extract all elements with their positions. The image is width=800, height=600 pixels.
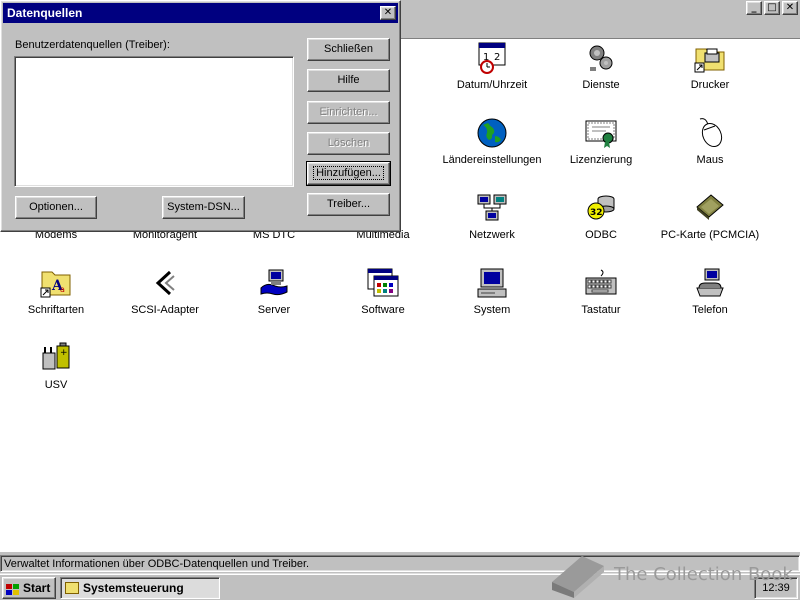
- start-button[interactable]: Start: [2, 577, 56, 599]
- cp-item-label: Tastatur: [581, 304, 621, 316]
- help-button[interactable]: Hilfe: [307, 69, 390, 92]
- cp-item-label: System: [473, 304, 511, 316]
- windows-logo-icon: [6, 582, 20, 595]
- computer-icon: [475, 266, 509, 300]
- taskbar-item-systemsteuerung[interactable]: Systemsteuerung: [60, 577, 220, 599]
- globe-icon: [475, 116, 509, 150]
- cp-item-system[interactable]: System: [437, 266, 547, 316]
- svg-text:+: +: [60, 348, 68, 358]
- cp-item-odbc[interactable]: 32 ODBC: [546, 191, 656, 241]
- close-button[interactable]: ✕: [782, 1, 798, 15]
- cp-item-label: Ländereinstellungen: [442, 154, 542, 166]
- cp-item-label: Schriftarten: [27, 304, 85, 316]
- cp-item-datum-uhrzeit[interactable]: 12 Datum/Uhrzeit: [437, 41, 547, 91]
- control-panel-folder-icon: [65, 582, 79, 594]
- dialog-title: Datenquellen: [7, 6, 83, 20]
- treiber-button[interactable]: Treiber...: [307, 193, 390, 216]
- loeschen-button[interactable]: Löschen: [307, 132, 390, 155]
- odbc-icon: 32: [584, 191, 618, 225]
- cp-item-label: Drucker: [690, 79, 730, 91]
- telephone-icon: [693, 266, 727, 300]
- datenquellen-dialog: Datenquellen ✕ Benutzerdatenquellen (Tre…: [0, 0, 401, 232]
- cp-item-label: Server: [257, 304, 291, 316]
- cp-item-label: Netzwerk: [469, 229, 515, 241]
- cp-item-usv[interactable]: + USV: [1, 341, 111, 391]
- calendar-clock-icon: 12: [475, 41, 509, 75]
- cp-item-label: Datum/Uhrzeit: [456, 79, 528, 91]
- scsi-icon: [148, 266, 182, 300]
- cp-item-label: USV: [44, 379, 68, 391]
- cp-item-laendereinstellungen[interactable]: Ländereinstellungen: [437, 116, 547, 166]
- ups-battery-icon: +: [39, 341, 73, 375]
- hinzufuegen-label: Hinzufügen...: [313, 166, 384, 180]
- cp-item-scsi-adapter[interactable]: SCSI-Adapter: [110, 266, 220, 316]
- cp-item-schriftarten[interactable]: Aa Schriftarten: [1, 266, 111, 316]
- data-source-list[interactable]: [14, 56, 294, 187]
- cp-item-software[interactable]: Software: [328, 266, 438, 316]
- watermark-text: The Collection Book: [614, 564, 793, 585]
- system-dsn-button[interactable]: System-DSN...: [162, 196, 245, 219]
- hinzufuegen-button[interactable]: Hinzufügen...: [306, 161, 391, 186]
- watermark: The Collection Book: [548, 552, 798, 600]
- cp-item-label: Telefon: [692, 304, 728, 316]
- cp-item-label: Software: [361, 304, 405, 316]
- cp-item-label: Dienste: [582, 79, 620, 91]
- book-logo-icon: [552, 556, 604, 598]
- pc-card-icon: [693, 191, 727, 225]
- start-label: Start: [23, 581, 51, 595]
- schliessen-button[interactable]: Schließen: [307, 38, 390, 61]
- dialog-close-button[interactable]: ✕: [380, 6, 396, 20]
- einrichten-button[interactable]: Einrichten...: [307, 101, 390, 124]
- fonts-folder-icon: Aa: [39, 266, 73, 300]
- optionen-button[interactable]: Optionen...: [15, 196, 97, 219]
- printer-folder-icon: [693, 41, 727, 75]
- cp-item-maus[interactable]: Maus: [655, 116, 765, 166]
- cp-item-telefon[interactable]: Telefon: [655, 266, 765, 316]
- svg-text:2: 2: [494, 52, 500, 63]
- cp-item-label: ODBC: [585, 229, 617, 241]
- certificate-icon: [584, 116, 618, 150]
- network-icon: [475, 191, 509, 225]
- taskbar-item-label: Systemsteuerung: [83, 581, 184, 595]
- cp-item-pc-karte[interactable]: PC-Karte (PCMCIA): [655, 191, 765, 241]
- gears-icon: [584, 41, 618, 75]
- keyboard-icon: [584, 266, 618, 300]
- cp-item-label: Maus: [696, 154, 724, 166]
- cp-item-label: Lizenzierung: [569, 154, 633, 166]
- software-icon: [366, 266, 400, 300]
- dialog-titlebar[interactable]: Datenquellen ✕: [3, 3, 398, 23]
- server-icon: [257, 266, 291, 300]
- cp-item-dienste[interactable]: Dienste: [546, 41, 656, 91]
- cp-item-tastatur[interactable]: Tastatur: [546, 266, 656, 316]
- svg-text:32: 32: [590, 208, 603, 218]
- maximize-button[interactable]: □: [764, 1, 780, 15]
- cp-item-drucker[interactable]: Drucker: [655, 41, 765, 91]
- minimize-button[interactable]: _: [746, 1, 762, 15]
- cp-item-lizenzierung[interactable]: Lizenzierung: [546, 116, 656, 166]
- svg-text:a: a: [60, 285, 65, 294]
- cp-item-label: SCSI-Adapter: [131, 304, 199, 316]
- cp-item-netzwerk[interactable]: Netzwerk: [437, 191, 547, 241]
- cp-item-label: PC-Karte (PCMCIA): [660, 229, 760, 241]
- cp-item-server[interactable]: Server: [219, 266, 329, 316]
- mouse-icon: [693, 116, 727, 150]
- data-source-list-label: Benutzerdatenquellen (Treiber):: [15, 39, 170, 51]
